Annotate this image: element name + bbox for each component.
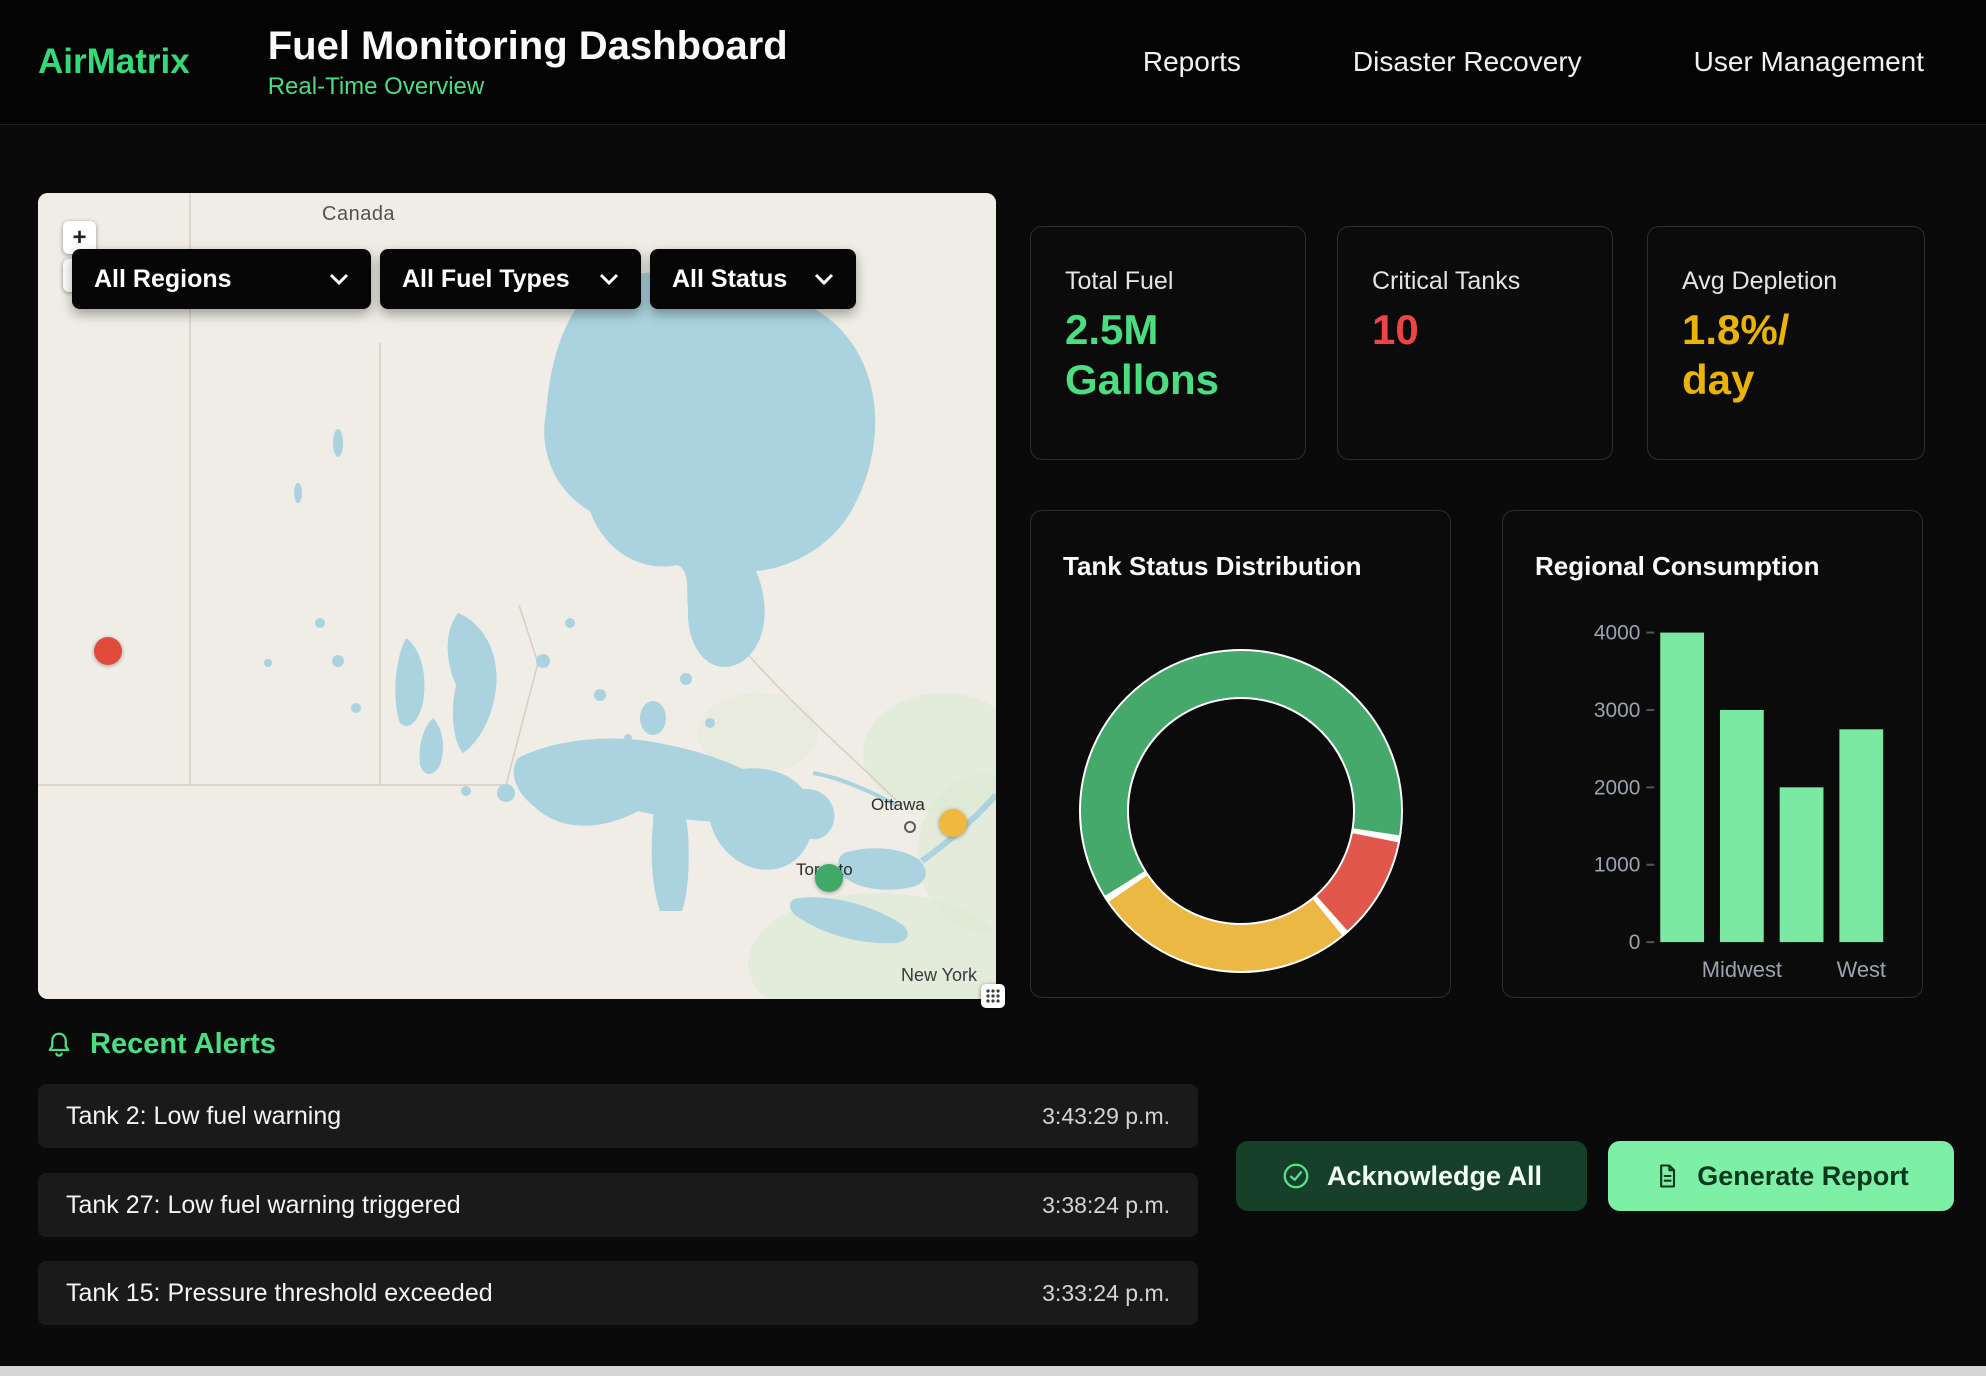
tank-status-donut-chart xyxy=(1071,641,1411,981)
fuel-type-filter-dropdown[interactable]: All Fuel Types xyxy=(380,249,641,309)
fuel-type-filter-value: All Fuel Types xyxy=(402,265,570,294)
consumption-bar-1[interactable] xyxy=(1720,710,1764,942)
chart-title: Tank Status Distribution xyxy=(1063,551,1362,582)
brand-logo: AirMatrix xyxy=(38,42,190,82)
y-tick-label: 3000 xyxy=(1594,699,1640,722)
recent-alerts-title: Recent Alerts xyxy=(90,1028,276,1061)
map-resize-handle[interactable] xyxy=(981,984,1005,1008)
region-filter-dropdown[interactable]: All Regions xyxy=(72,249,371,309)
chevron-down-icon xyxy=(814,273,834,285)
nav-user-management[interactable]: User Management xyxy=(1694,46,1924,78)
consumption-bar-0[interactable] xyxy=(1660,633,1704,943)
acknowledge-all-button[interactable]: Acknowledge All xyxy=(1236,1141,1587,1211)
alert-timestamp: 3:33:24 p.m. xyxy=(1042,1280,1170,1307)
alert-message: Tank 2: Low fuel warning xyxy=(66,1102,341,1131)
alert-row[interactable]: Tank 2: Low fuel warning 3:43:29 p.m. xyxy=(38,1084,1198,1148)
stat-card-avg-depletion: Avg Depletion 1.8%/ day xyxy=(1647,226,1925,460)
tank-marker-normal[interactable] xyxy=(815,864,843,892)
stat-label: Avg Depletion xyxy=(1682,267,1837,296)
region-filter-value: All Regions xyxy=(94,265,232,294)
chevron-down-icon xyxy=(329,273,349,285)
x-tick-label: West xyxy=(1837,957,1886,982)
stat-label: Total Fuel xyxy=(1065,267,1173,296)
consumption-bar-3[interactable] xyxy=(1839,729,1883,942)
page-title-block: Fuel Monitoring Dashboard Real-Time Over… xyxy=(268,23,788,101)
y-tick-label: 4000 xyxy=(1594,622,1640,645)
page-title: Fuel Monitoring Dashboard xyxy=(268,23,788,69)
acknowledge-all-label: Acknowledge All xyxy=(1327,1161,1542,1192)
generate-report-label: Generate Report xyxy=(1697,1161,1909,1192)
page-subtitle: Real-Time Overview xyxy=(268,73,788,101)
generate-report-button[interactable]: Generate Report xyxy=(1608,1141,1954,1211)
alert-timestamp: 3:38:24 p.m. xyxy=(1042,1192,1170,1219)
regional-consumption-chart-card: Regional Consumption 0 1000 2000 3000 4000 Mi… xyxy=(1502,510,1923,998)
stat-card-critical-tanks: Critical Tanks 10 xyxy=(1337,226,1613,460)
tank-marker-layer xyxy=(38,193,996,999)
map-panel: Canada Ottawa Toronto New York − + All R… xyxy=(38,193,996,999)
nav-reports[interactable]: Reports xyxy=(1143,46,1241,78)
alert-timestamp: 3:43:29 p.m. xyxy=(1042,1103,1170,1130)
y-tick-label: 0 xyxy=(1629,931,1641,954)
alert-message: Tank 15: Pressure threshold exceeded xyxy=(66,1279,493,1308)
consumption-bar-2[interactable] xyxy=(1780,787,1824,942)
nav-disaster-recovery[interactable]: Disaster Recovery xyxy=(1353,46,1582,78)
stat-value: 10 xyxy=(1372,305,1419,355)
status-filter-dropdown[interactable]: All Status xyxy=(650,249,856,309)
bell-icon xyxy=(44,1030,74,1060)
chevron-down-icon xyxy=(599,273,619,285)
donut-segment-warning[interactable] xyxy=(1128,889,1327,948)
horizontal-scrollbar[interactable] xyxy=(0,1366,1986,1376)
stat-value: 1.8%/ day xyxy=(1682,305,1789,406)
main-nav: Reports Disaster Recovery User Managemen… xyxy=(1143,46,1924,78)
tank-status-chart-card: Tank Status Distribution xyxy=(1030,510,1451,998)
alert-message: Tank 27: Low fuel warning triggered xyxy=(66,1191,461,1220)
tank-marker-critical[interactable] xyxy=(94,637,122,665)
y-tick-label: 2000 xyxy=(1594,776,1640,799)
regional-consumption-bar-chart: 0 1000 2000 3000 4000 Midwest West xyxy=(1503,511,1922,997)
donut-segment-normal[interactable] xyxy=(1104,674,1378,883)
alert-row[interactable]: Tank 27: Low fuel warning triggered 3:38… xyxy=(38,1173,1198,1237)
recent-alerts-heading: Recent Alerts xyxy=(44,1028,276,1061)
check-circle-icon xyxy=(1281,1161,1311,1191)
donut-segment-critical[interactable] xyxy=(1332,838,1375,914)
map-canvas[interactable]: Canada Ottawa Toronto New York − + All R… xyxy=(38,193,996,999)
stat-value: 2.5M Gallons xyxy=(1065,305,1219,406)
tank-marker-warning[interactable] xyxy=(939,809,967,837)
document-icon xyxy=(1653,1162,1681,1190)
y-tick-label: 1000 xyxy=(1594,854,1640,877)
app-header: AirMatrix Fuel Monitoring Dashboard Real… xyxy=(0,0,1986,125)
x-tick-label: Midwest xyxy=(1702,957,1782,982)
alert-row[interactable]: Tank 15: Pressure threshold exceeded 3:3… xyxy=(38,1261,1198,1325)
stat-card-total-fuel: Total Fuel 2.5M Gallons xyxy=(1030,226,1306,460)
status-filter-value: All Status xyxy=(672,265,787,294)
chart-title: Regional Consumption xyxy=(1535,551,1820,582)
stat-label: Critical Tanks xyxy=(1372,267,1520,296)
grip-dots-icon xyxy=(985,988,1001,1004)
